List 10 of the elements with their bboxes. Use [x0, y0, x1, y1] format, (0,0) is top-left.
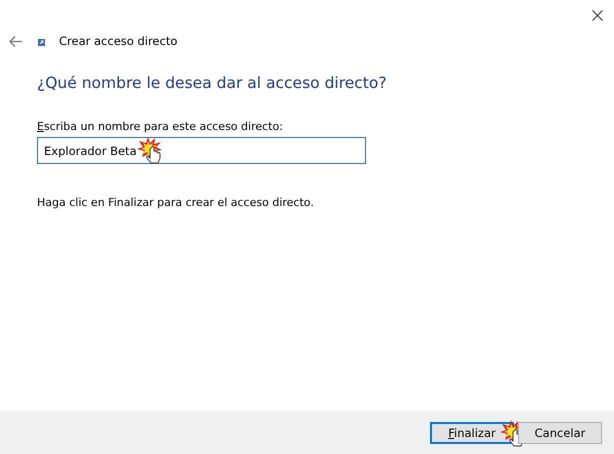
field-label: Escriba un nombre para este acceso directo:	[37, 120, 283, 133]
wizard-heading: ¿Qué nombre le desea dar al acceso directo?	[37, 74, 388, 92]
cancel-button[interactable]: Cancelar	[518, 422, 602, 444]
window-title: Crear acceso directo	[59, 34, 178, 48]
instruction-text: Haga clic en Finalizar para crear el acceso directo.	[37, 196, 315, 209]
close-icon[interactable]	[592, 10, 603, 20]
shortcut-icon	[38, 39, 45, 46]
finish-button[interactable]: Finalizar	[430, 422, 514, 444]
name-input-field[interactable]: Explorador Beta	[37, 137, 366, 164]
back-arrow-icon[interactable]	[9, 36, 22, 46]
